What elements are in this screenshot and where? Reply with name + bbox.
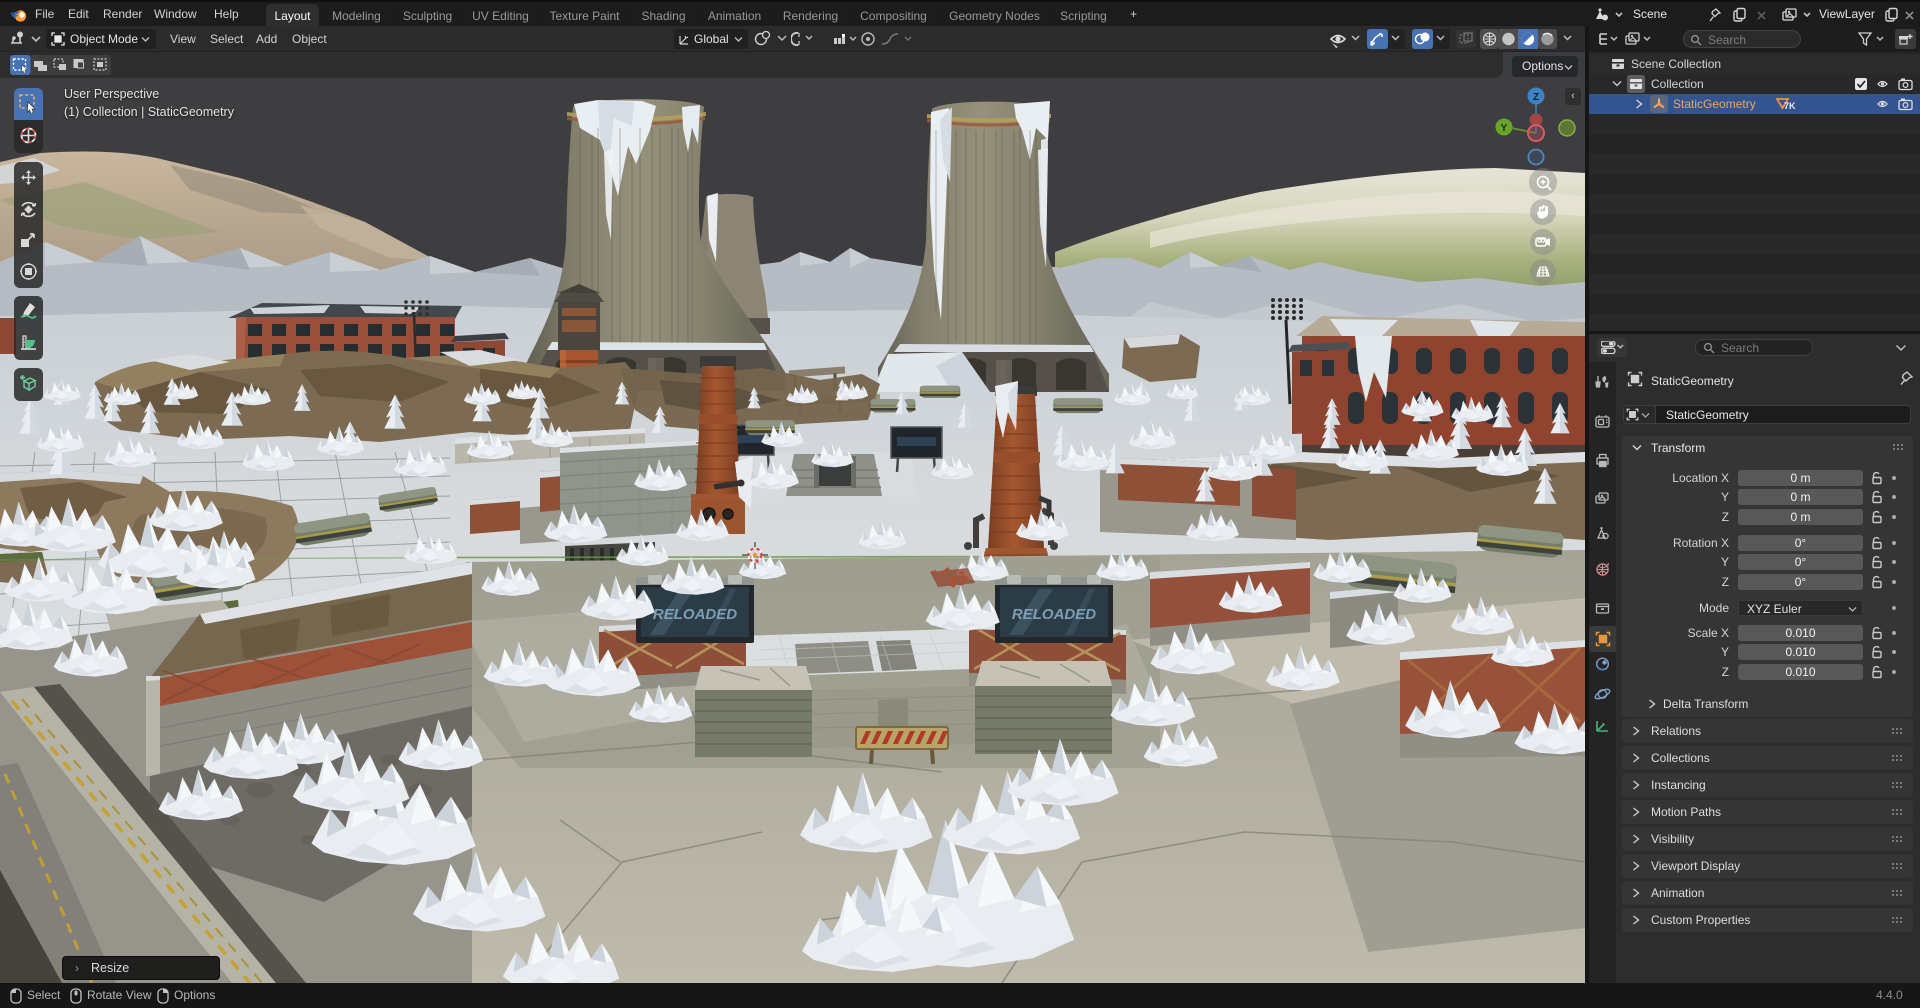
svg-text:Y: Y	[1501, 123, 1508, 134]
svg-text:RELOADED: RELOADED	[1012, 606, 1096, 623]
svg-text:7K: 7K	[1784, 101, 1796, 111]
svg-text:RELOADED: RELOADED	[653, 606, 737, 623]
svg-text:Z: Z	[1533, 92, 1539, 103]
